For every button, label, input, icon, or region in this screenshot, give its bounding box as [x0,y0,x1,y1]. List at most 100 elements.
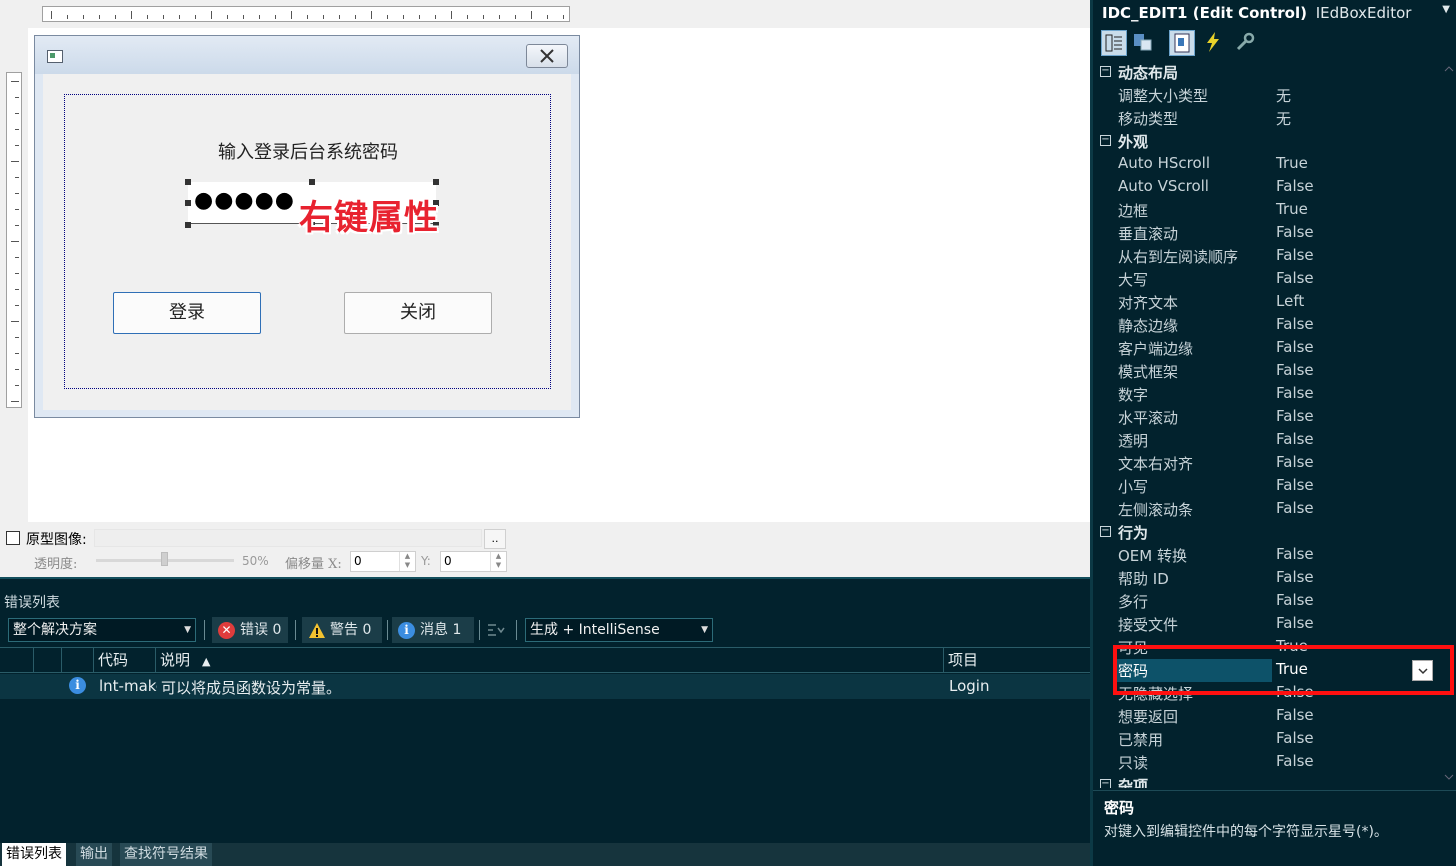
table-row[interactable]: i lnt-make-member-function-const 可以将成员函数… [0,674,1090,699]
tab-find-symbol-results[interactable]: 查找符号结果 [120,843,212,866]
property-row[interactable]: 只读 False [1093,751,1447,774]
ruler-tick [15,257,19,258]
property-row[interactable]: 垂直滚动 False [1093,222,1447,245]
selection-handle[interactable] [185,200,191,206]
property-row[interactable]: OEM 转换 False [1093,544,1447,567]
horizontal-ruler [42,6,570,22]
property-name: 客户端边缘 [1118,340,1194,358]
opacity-label: 透明度: [34,557,78,572]
property-row[interactable]: 已禁用 False [1093,728,1447,751]
prototype-checkbox[interactable] [6,531,20,545]
property-row[interactable]: 水平滚动 False [1093,406,1447,429]
offset-y-spinner[interactable]: 0 ▲ ▼ [440,551,507,572]
property-row[interactable]: 模式框架 False [1093,360,1447,383]
prototype-path-field[interactable] [94,529,482,547]
column-header-icon[interactable] [62,648,94,672]
selection-handle[interactable] [185,179,191,185]
property-row[interactable]: 对齐文本 Left [1093,291,1447,314]
messages-filter-button[interactable]: i 消息 1 [392,617,474,643]
property-category[interactable]: − 行为 [1093,521,1447,544]
ruler-tick [15,177,19,178]
opacity-slider-thumb[interactable] [161,552,168,566]
errors-filter-button[interactable]: ✕ 错误 0 [212,617,288,643]
column-header-code[interactable]: 代码 [94,648,156,672]
password-prompt-label[interactable]: 输入登录后台系统密码 [43,138,573,164]
property-row[interactable]: Auto HScroll True [1093,153,1447,176]
filter-icon[interactable] [487,623,505,637]
property-row[interactable]: Auto VScroll False [1093,176,1447,199]
property-row[interactable]: 调整大小类型 无 [1093,84,1447,107]
property-name: 透明 [1118,432,1149,450]
build-source-dropdown[interactable]: 生成 + IntelliSense ▼ [525,618,713,642]
column-header-description[interactable]: 说明 ▲ [156,648,944,672]
spinner-arrows-icon[interactable]: ▲ ▼ [399,552,415,571]
property-name: 移动类型 [1118,110,1179,128]
property-value: False [1276,591,1314,609]
property-row[interactable]: 数字 False [1093,383,1447,406]
selection-handle[interactable] [309,179,315,185]
property-row[interactable]: 小写 False [1093,475,1447,498]
close-button[interactable]: 关闭 [344,292,492,334]
property-row[interactable]: 透明 False [1093,429,1447,452]
alphabetical-view-icon[interactable] [1131,30,1157,56]
ruler-tick [15,129,19,130]
property-row[interactable]: 多行 False [1093,590,1447,613]
property-row[interactable]: 从右到左阅读顺序 False [1093,245,1447,268]
dialog-preview[interactable]: 输入登录后台系统密码 ●●●●● 右键属性 登录 关闭 [34,35,580,418]
category-label: 杂项 [1118,777,1149,788]
property-name: 小写 [1118,478,1149,496]
ruler-tick [15,385,19,386]
offset-x-spinner[interactable]: 0 ▲ ▼ [350,551,416,572]
collapse-icon[interactable]: − [1100,526,1111,537]
password-masked-text: ●●●●● [194,188,295,213]
column-header-icon[interactable] [34,648,62,672]
property-value: 无 [1276,87,1292,105]
events-lightning-icon[interactable] [1201,30,1227,56]
property-category[interactable]: − 杂项 [1093,774,1447,788]
tab-output[interactable]: 输出 [76,843,112,866]
ruler-tick [15,145,19,146]
chevron-down-icon[interactable]: ▼ [1442,4,1450,15]
column-header-icon[interactable] [0,648,34,672]
properties-object-selector[interactable]: IDC_EDIT1 (Edit Control) IEdBoxEditor [1102,4,1411,22]
property-category[interactable]: − 外观 [1093,130,1447,153]
property-name: Auto HScroll [1118,154,1210,172]
ruler-tick [227,15,228,19]
property-row[interactable]: 静态边缘 False [1093,314,1447,337]
property-row[interactable]: 帮助 ID False [1093,567,1447,590]
info-icon: i [398,622,415,639]
property-row[interactable]: 客户端边缘 False [1093,337,1447,360]
property-row[interactable]: 大写 False [1093,268,1447,291]
spinner-arrows-icon[interactable]: ▲ ▼ [490,552,506,571]
browse-button[interactable]: .. [484,529,506,549]
property-row[interactable]: 左侧滚动条 False [1093,498,1447,521]
ruler-tick [339,15,340,19]
dialog-close-button[interactable] [526,44,568,68]
categorized-view-icon[interactable] [1101,30,1127,56]
property-pages-wrench-icon[interactable] [1233,30,1259,56]
properties-view-icon[interactable] [1169,30,1195,56]
divider [516,620,517,640]
property-row[interactable]: 移动类型 无 [1093,107,1447,130]
property-category[interactable]: − 动态布局 [1093,61,1447,84]
collapse-icon[interactable]: − [1100,779,1111,788]
selection-handle[interactable] [185,222,191,228]
property-value: True [1276,200,1308,218]
warnings-filter-button[interactable]: 警告 0 [302,617,382,643]
property-row[interactable]: 想要返回 False [1093,705,1447,728]
property-row[interactable]: 文本右对齐 False [1093,452,1447,475]
warning-icon [308,622,325,639]
login-button[interactable]: 登录 [113,292,261,334]
collapse-icon[interactable]: − [1100,135,1111,146]
collapse-icon[interactable]: − [1100,66,1111,77]
scope-dropdown[interactable]: 整个解决方案 ▼ [8,618,196,642]
error-list-header: 代码 说明 ▲ 项目 [0,647,1090,673]
tab-error-list[interactable]: 错误列表 [2,843,66,866]
selection-handle[interactable] [433,179,439,185]
property-row[interactable]: 接受文件 False [1093,613,1447,636]
column-header-project[interactable]: 项目 [944,648,1090,672]
dialog-titlebar [35,36,579,74]
property-name: 静态边缘 [1118,317,1179,335]
property-row[interactable]: 边框 True [1093,199,1447,222]
property-name: 已禁用 [1118,731,1164,749]
